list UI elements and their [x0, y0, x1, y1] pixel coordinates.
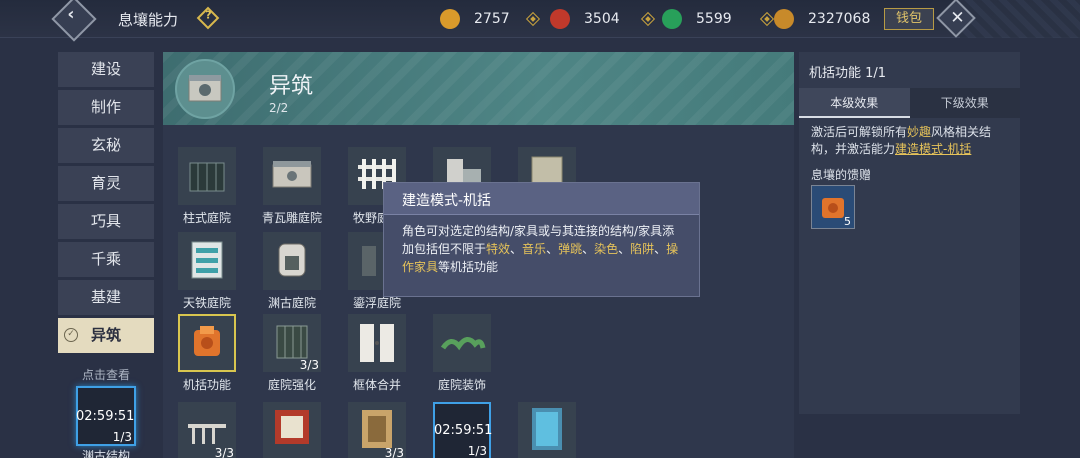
grid-item[interactable]: [260, 402, 324, 458]
question-icon: ?: [205, 8, 212, 22]
wallet-button[interactable]: 钱包: [884, 8, 934, 30]
courtyard-decoration-icon: [433, 314, 491, 372]
add-gold-coin-button[interactable]: [525, 11, 541, 27]
resource-gold-coin: 2757: [440, 8, 541, 30]
grid-item[interactable]: 3/3 庭院强化: [260, 314, 324, 393]
grid-item[interactable]: 天铁庭院: [175, 232, 239, 311]
item-label: 青瓦雕庭院: [261, 211, 322, 225]
sidebar-item-qiansheng[interactable]: 千乘: [58, 242, 154, 277]
item-badge: 3/3: [299, 358, 319, 372]
tile-carved-courtyard-icon: [263, 147, 321, 205]
item-label: 庭院强化: [267, 378, 316, 392]
grid-item[interactable]: 柱式庭院: [175, 147, 239, 226]
abyss-structure-icon: 02:59:51 1/3: [433, 402, 493, 458]
wooden-door-icon: 3/3: [348, 402, 406, 458]
effect-description: 激活后可解锁所有妙趣风格相关结构，并激活能力建造模式-机括: [811, 125, 992, 156]
resource-jade-dragon: 5599: [662, 8, 775, 30]
sidebar-item-qiaoju[interactable]: 巧具: [58, 204, 154, 239]
mechanism-icon: [178, 314, 236, 372]
grid-item[interactable]: 机括功能: [175, 314, 239, 393]
top-bar: ‹ 息壤能力 ? 2757 3504 5599 2327068 钱包 ✕: [0, 0, 1080, 42]
blue-panel-door-icon: [518, 402, 576, 458]
sidebar-item-jijian[interactable]: 基建: [58, 280, 154, 315]
grid-item[interactable]: 3/3: [345, 402, 409, 458]
gold-ingot-icon: [774, 9, 794, 29]
selected-check-icon: ✓: [64, 328, 78, 342]
item-label: 框体合并: [352, 378, 401, 392]
category-banner: 异筑 2/2: [163, 52, 794, 125]
grid-item[interactable]: 框体合并: [345, 314, 409, 393]
card-count: 1/3: [112, 430, 132, 444]
gift-label: 息壤的馈赠: [811, 168, 872, 182]
item-badge: 3/3: [384, 446, 404, 458]
tab-current-effect[interactable]: 本级效果: [799, 88, 910, 118]
frame-merge-icon: [348, 314, 406, 372]
card-name: 渊古结构: [81, 449, 130, 458]
upgrade-card[interactable]: 02:59:51 1/3: [76, 386, 136, 446]
resource-value: 2757: [474, 11, 510, 27]
railing-icon: 3/3: [178, 402, 236, 458]
help-button[interactable]: ?: [196, 6, 220, 30]
item-label: 庭院装饰: [437, 378, 486, 392]
item-badge: 3/3: [214, 446, 234, 458]
iron-courtyard-icon: [178, 232, 236, 290]
red-frame-icon: [263, 402, 321, 458]
columned-courtyard-icon: [178, 147, 236, 205]
view-hint: 点击查看: [81, 368, 130, 382]
item-label: 机括功能: [182, 378, 231, 392]
countdown-timer: 02:59:51: [76, 409, 135, 424]
close-icon: ✕: [950, 8, 965, 29]
sidebar-item-yuling[interactable]: 育灵: [58, 166, 154, 201]
sidebar-item-jianshe[interactable]: 建设: [58, 52, 154, 87]
detail-panel: 机括功能 1/1 本级效果 下级效果 激活后可解锁所有妙趣风格相关结构，并激活能…: [799, 52, 1020, 414]
grid-item[interactable]: 庭院装饰: [430, 314, 494, 393]
jade-dragon-icon: [662, 9, 682, 29]
countdown-timer: 02:59:51: [434, 423, 493, 438]
resource-value: 3504: [584, 11, 620, 27]
grid-item[interactable]: 青瓦雕庭院: [260, 147, 324, 226]
chevron-left-icon: ‹: [67, 4, 75, 25]
sidebar-item-zhizuo[interactable]: 制作: [58, 90, 154, 125]
grid-item[interactable]: 渊古庭院: [260, 232, 324, 311]
sidebar-item-label: 异筑: [90, 326, 121, 344]
resource-value: 5599: [696, 11, 732, 27]
resource-red-orb: 3504: [550, 8, 656, 30]
grid-item[interactable]: 02:59:51 1/3: [430, 402, 494, 458]
abyss-courtyard-icon: [263, 232, 321, 290]
item-label: 柱式庭院: [182, 211, 231, 225]
add-jade-dragon-button[interactable]: [759, 11, 775, 27]
add-red-orb-button[interactable]: [640, 11, 656, 27]
ability-link[interactable]: 建造模式-机括: [895, 142, 971, 156]
resource-gold-ingot: 2327068: [774, 8, 870, 30]
item-label: 天铁庭院: [182, 296, 231, 310]
style-highlight: 妙趣: [907, 125, 932, 139]
category-sidebar: 建设 制作 玄秘 育灵 巧具 千乘 基建 ✓ 异筑: [58, 52, 154, 356]
ability-tooltip: 建造模式-机括 角色可对选定的结构/家具或与其连接的结构/家具添加包括但不限于特…: [383, 182, 700, 297]
banner-title: 异筑: [269, 74, 314, 99]
gift-item[interactable]: 5: [811, 185, 855, 229]
detail-title: 机括功能 1/1: [809, 66, 887, 81]
tooltip-title: 建造模式-机括: [384, 183, 699, 215]
grid-item[interactable]: [515, 402, 579, 458]
detail-tabs: 本级效果 下级效果: [799, 88, 1020, 118]
gold-coin-icon: [440, 9, 460, 29]
sidebar-item-xuanmi[interactable]: 玄秘: [58, 128, 154, 163]
sidebar-footer: 点击查看 02:59:51 1/3 渊古结构: [58, 366, 154, 458]
item-badge: 1/3: [467, 444, 487, 458]
gift-count: 5: [844, 215, 851, 228]
back-button[interactable]: ‹: [51, 0, 97, 42]
tooltip-body: 角色可对选定的结构/家具或与其连接的结构/家具添加包括但不限于特效、音乐、弹跳、…: [402, 224, 679, 274]
corner-decoration: [960, 0, 1080, 38]
courtyard-upgrade-icon: 3/3: [263, 314, 321, 372]
sidebar-item-yizhu[interactable]: ✓ 异筑: [58, 318, 154, 353]
banner-progress: 2/2: [269, 101, 289, 115]
page-title: 息壤能力: [118, 11, 179, 29]
courtyard-gate-icon: [175, 59, 235, 119]
red-orb-icon: [550, 9, 570, 29]
item-label: 渊古庭院: [267, 296, 316, 310]
grid-item[interactable]: 3/3: [175, 402, 239, 458]
resource-value: 2327068: [808, 11, 871, 27]
tab-next-effect[interactable]: 下级效果: [909, 88, 1020, 118]
